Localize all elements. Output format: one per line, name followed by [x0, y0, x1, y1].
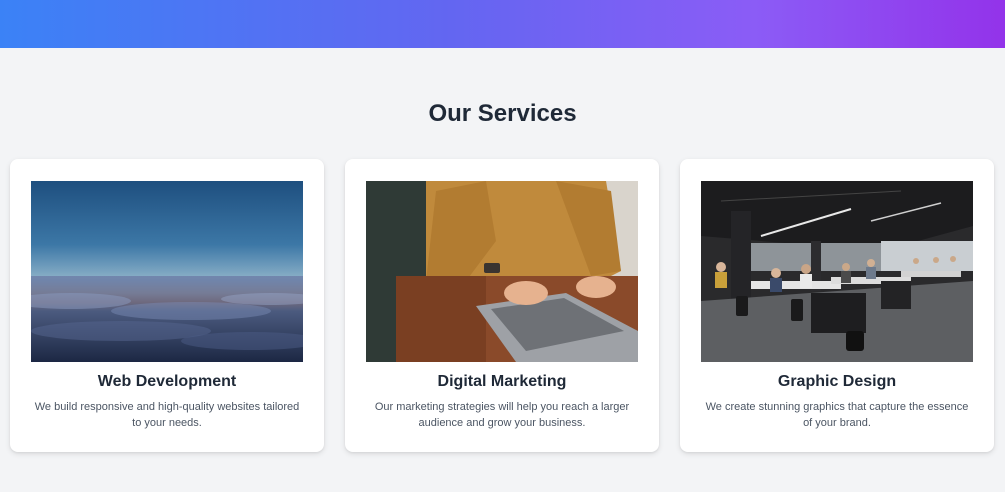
service-card-web-development: Web Development We build responsive and … — [10, 159, 324, 452]
service-description: Our marketing strategies will help you r… — [374, 401, 630, 429]
service-image-sunset — [31, 181, 303, 362]
service-title: Web Development — [97, 373, 237, 390]
service-image-laptop — [366, 181, 638, 362]
header-gradient-bar — [0, 0, 1005, 48]
service-description: We create stunning graphics that capture… — [705, 401, 969, 429]
service-title: Digital Marketing — [437, 373, 567, 390]
service-description: We build responsive and high-quality web… — [34, 401, 300, 429]
service-card-graphic-design: Graphic Design We create stunning graphi… — [680, 159, 994, 452]
services-grid: Web Development We build responsive and … — [0, 159, 1005, 452]
section-title: Our Services — [428, 100, 577, 127]
service-image-office — [701, 181, 973, 362]
service-card-digital-marketing: Digital Marketing Our marketing strategi… — [345, 159, 659, 452]
service-title: Graphic Design — [777, 373, 897, 390]
